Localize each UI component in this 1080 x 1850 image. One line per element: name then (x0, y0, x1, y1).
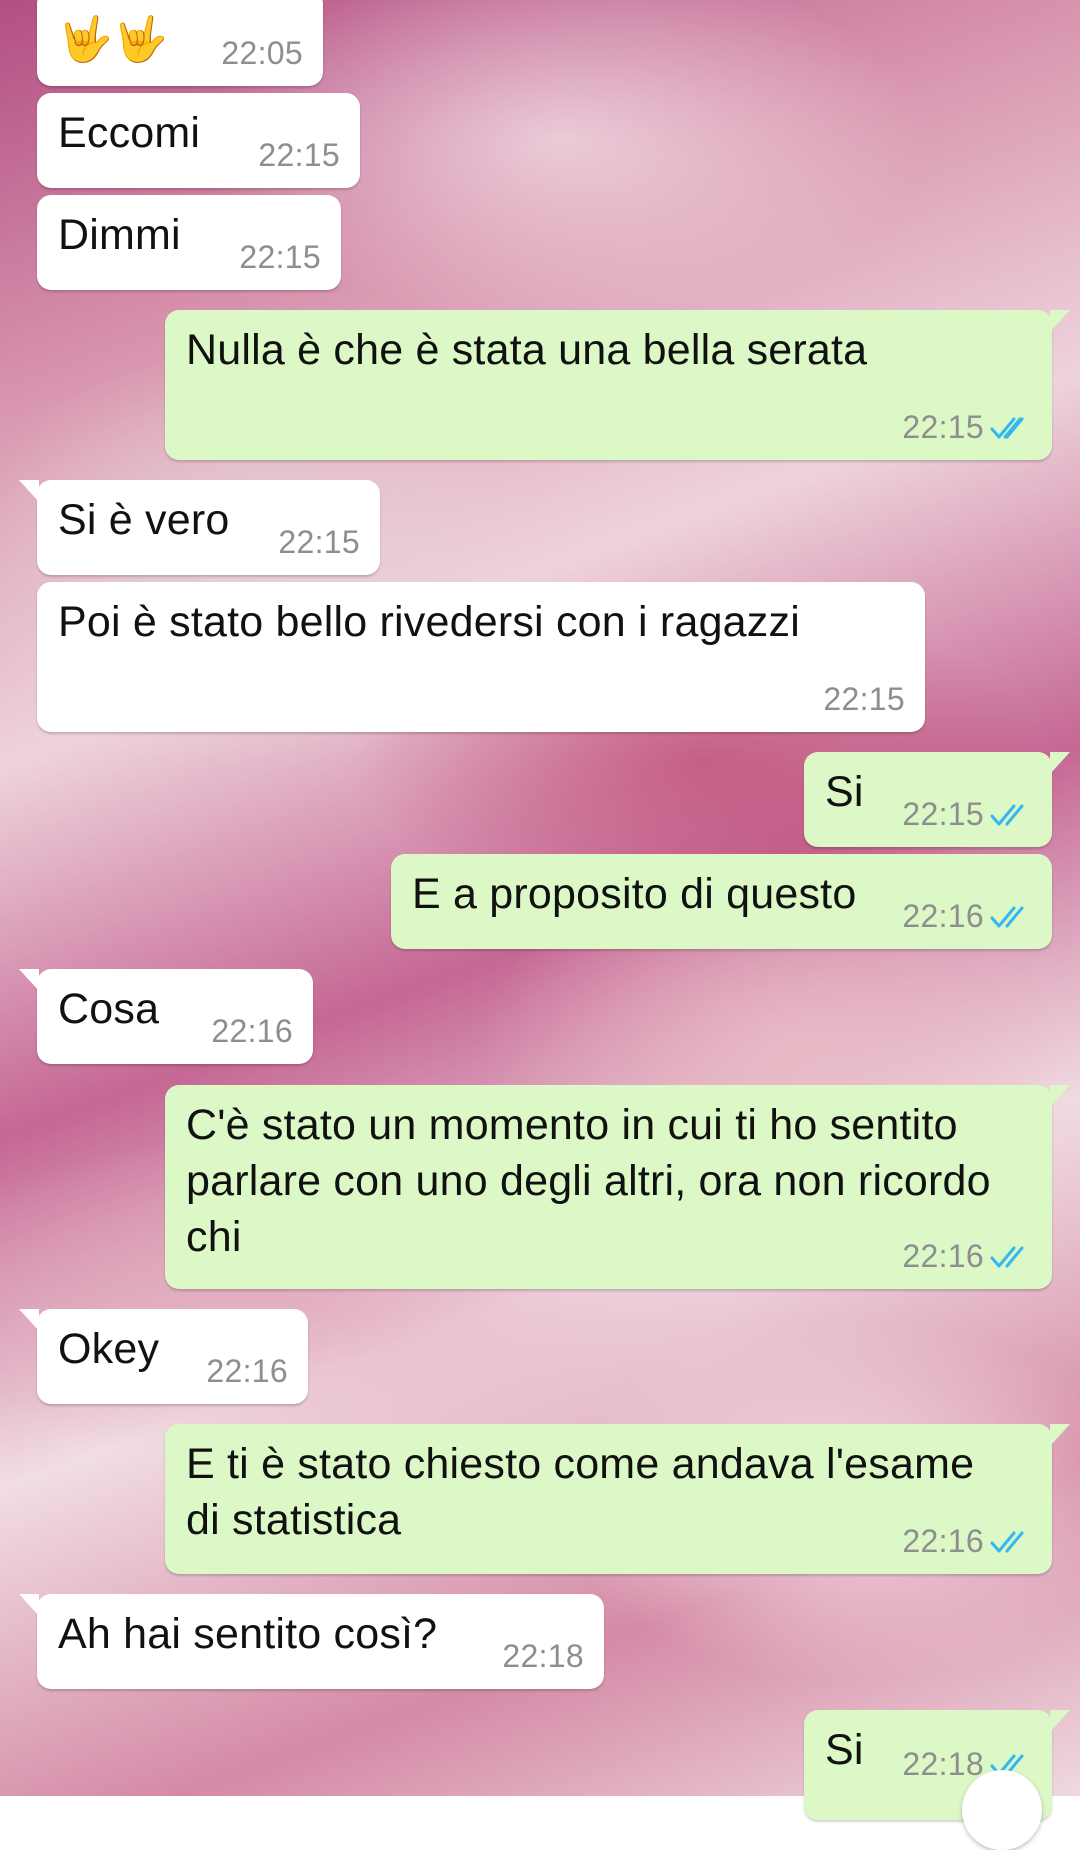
message-time: 22:15 (239, 239, 321, 275)
message-incoming[interactable]: Poi è stato bello rivedersi con i ragazz… (37, 582, 925, 732)
message-incoming[interactable]: Si è vero 22:15 (19, 480, 380, 575)
message-meta: 22:16 (206, 1353, 288, 1390)
message-text: Cosa (58, 985, 160, 1033)
message-time: 22:16 (211, 1013, 293, 1049)
message-text: 🤟🤟 (58, 15, 168, 64)
message-text: C'è stato un momento in cui ti ho sentit… (186, 1101, 991, 1261)
message-incoming[interactable]: Eccomi 22:15 (37, 93, 360, 188)
read-ticks-icon (990, 906, 1024, 927)
message-text: E ti è stato chiesto come andava l'esame… (186, 1440, 975, 1544)
message-text: Si (825, 1726, 864, 1774)
message-time: 22:15 (902, 409, 984, 445)
message-text: Si è vero (58, 496, 230, 544)
chat-messages[interactable]: 🤟🤟 22:05 Eccomi 22:15 Dimmi 22:15 Nulla … (0, 0, 1080, 1820)
message-meta: 22:15 (239, 239, 321, 276)
message-time: 22:16 (902, 1238, 984, 1274)
message-meta: 22:15 (902, 409, 1032, 446)
message-time: 22:18 (902, 1746, 984, 1782)
read-ticks-icon (990, 1531, 1024, 1552)
message-text: Dimmi (58, 211, 181, 259)
message-meta: 22:16 (902, 1238, 1032, 1275)
message-meta: 22:15 (823, 681, 905, 718)
message-meta: 22:15 (278, 524, 360, 561)
message-incoming[interactable]: Okey 22:16 (19, 1309, 308, 1404)
message-outgoing[interactable]: E a proposito di questo 22:16 (391, 854, 1052, 949)
message-time: 22:16 (206, 1353, 288, 1389)
message-meta: 22:05 (221, 35, 303, 72)
message-text: Poi è stato bello rivedersi con i ragazz… (58, 598, 800, 646)
message-incoming[interactable]: Ah hai sentito così? 22:18 (19, 1594, 604, 1689)
scroll-down-button[interactable] (962, 1770, 1042, 1850)
message-text: Nulla è che è stata una bella serata (186, 326, 868, 374)
message-text: E a proposito di questo (412, 870, 857, 918)
read-ticks-icon (990, 1246, 1024, 1267)
read-ticks-icon (990, 804, 1024, 825)
message-text: Eccomi (58, 109, 201, 157)
message-text: Ah hai sentito così? (58, 1610, 438, 1658)
message-meta: 22:16 (902, 898, 1032, 935)
read-ticks-icon (990, 417, 1024, 438)
message-meta: 22:18 (502, 1638, 584, 1675)
message-incoming[interactable]: Dimmi 22:15 (37, 195, 341, 290)
message-time: 22:15 (278, 524, 360, 560)
message-outgoing[interactable]: C'è stato un momento in cui ti ho sentit… (165, 1085, 1070, 1289)
message-time: 22:15 (823, 681, 905, 717)
message-incoming[interactable]: Cosa 22:16 (19, 969, 313, 1064)
message-time: 22:15 (902, 796, 984, 832)
message-incoming[interactable]: 🤟🤟 22:05 (37, 0, 323, 86)
message-meta: 22:15 (902, 796, 1032, 833)
message-outgoing[interactable]: E ti è stato chiesto come andava l'esame… (165, 1424, 1070, 1574)
message-meta: 22:16 (902, 1523, 1032, 1560)
message-time: 22:05 (221, 35, 303, 71)
message-text: Si (825, 768, 864, 816)
message-text: Okey (58, 1325, 160, 1373)
message-meta: 22:16 (211, 1013, 293, 1050)
message-time: 22:18 (502, 1638, 584, 1674)
message-time: 22:16 (902, 898, 984, 934)
message-time: 22:15 (258, 137, 340, 173)
message-meta: 22:15 (258, 137, 340, 174)
message-time: 22:16 (902, 1523, 984, 1559)
message-outgoing[interactable]: Nulla è che è stata una bella serata 22:… (165, 310, 1070, 460)
message-outgoing[interactable]: Si 22:15 (804, 752, 1070, 847)
